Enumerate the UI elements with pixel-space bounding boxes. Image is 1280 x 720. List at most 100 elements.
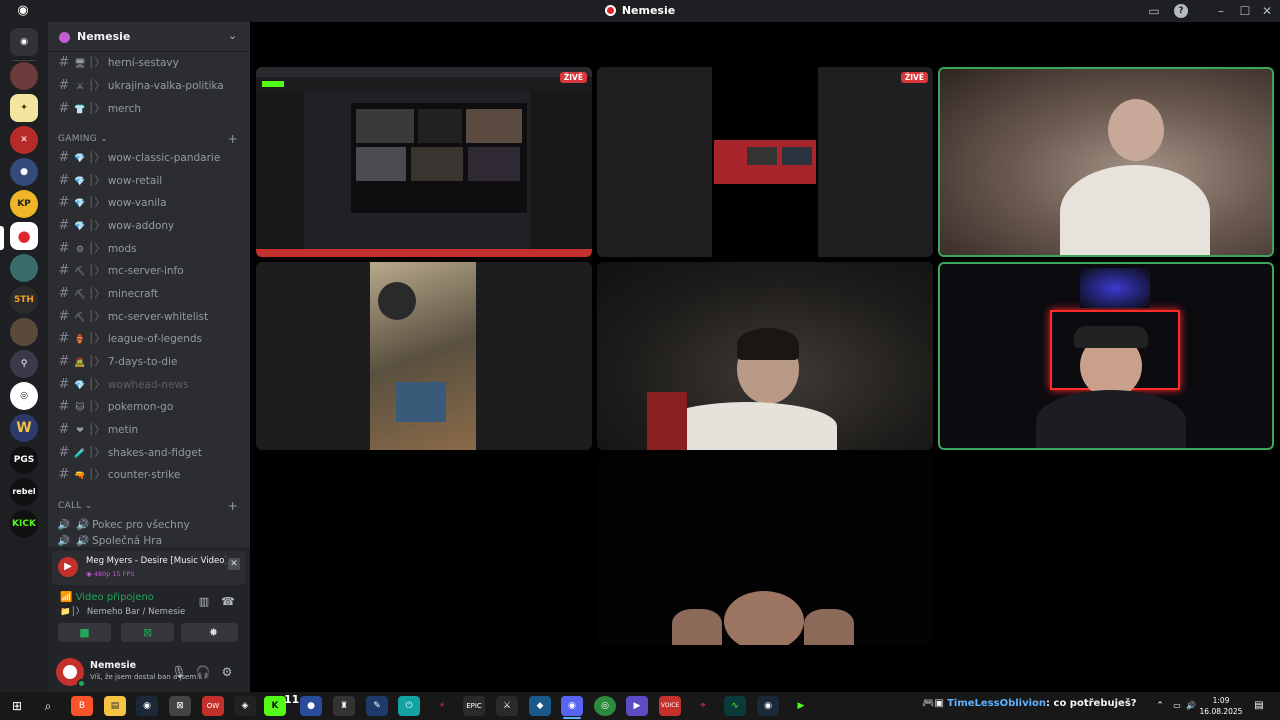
- webcam-tile-speaking[interactable]: [938, 67, 1274, 257]
- channel-item[interactable]: # 💎 │〉 wow-retail: [54, 171, 244, 191]
- steam-icon[interactable]: ◉: [757, 696, 779, 716]
- search-icon[interactable]: ⌕: [37, 696, 59, 716]
- channel-item[interactable]: # 💎 │〉 wow-addony: [54, 216, 244, 236]
- app-icon[interactable]: ✎: [366, 696, 388, 716]
- server-icon[interactable]: KP: [10, 190, 38, 218]
- webcam-tile[interactable]: [256, 262, 592, 450]
- file-explorer-icon[interactable]: ▤: [104, 696, 126, 716]
- voice-channel-item[interactable]: 🔊 🔊 Pokec pro všechny: [54, 515, 244, 535]
- online-status-icon: [77, 679, 86, 688]
- channel-item[interactable]: # 🖥 │〉 herní-sestavy: [54, 53, 244, 73]
- app-icon[interactable]: ▶: [626, 696, 648, 716]
- minimize-button[interactable]: –: [1212, 3, 1230, 19]
- noise-suppression-icon[interactable]: ▥: [196, 595, 212, 611]
- help-icon[interactable]: ?: [1174, 4, 1188, 18]
- channel-item[interactable]: # 👕 │〉 merch: [54, 99, 244, 119]
- epic-games-icon[interactable]: EPIC: [463, 696, 485, 716]
- server-icon[interactable]: [10, 318, 38, 346]
- video-stage: ŽIVĚ ŽIVĚ: [250, 22, 1280, 692]
- app-icon[interactable]: OW: [202, 696, 224, 716]
- server-icon[interactable]: [10, 254, 38, 282]
- server-icon[interactable]: W: [10, 414, 38, 442]
- server-icon[interactable]: ⚲: [10, 350, 38, 378]
- network-icon[interactable]: ▭: [1170, 696, 1184, 716]
- server-icon[interactable]: ✕: [10, 126, 38, 154]
- channel-item[interactable]: # ⛏ │〉 mc-server-whitelist: [54, 307, 244, 327]
- taskbar-badge: 11: [284, 693, 300, 706]
- start-menu-icon[interactable]: ⊞: [6, 696, 28, 716]
- channel-item[interactable]: # 💎 │〉 wowhead-news: [54, 375, 244, 395]
- add-channel-icon[interactable]: +: [228, 499, 238, 513]
- settings-gear-icon[interactable]: ⚙: [218, 663, 236, 681]
- map-pin-icon[interactable]: ⌖: [692, 696, 714, 716]
- app-icon[interactable]: ⏻: [398, 696, 420, 716]
- webcam-tile[interactable]: [597, 262, 933, 450]
- chevron-up-icon[interactable]: ⌃: [1152, 696, 1168, 716]
- webcam-tile-speaking[interactable]: [938, 262, 1274, 450]
- app-icon[interactable]: VOICE: [659, 696, 681, 716]
- channel-item[interactable]: # ⛏ │〉 minecraft: [54, 284, 244, 304]
- brave-browser-icon[interactable]: B: [71, 696, 93, 716]
- app-icon[interactable]: ∿: [724, 696, 746, 716]
- server-icon[interactable]: ✦: [10, 94, 38, 122]
- app-icon[interactable]: ⚔: [496, 696, 518, 716]
- server-icon[interactable]: PGS: [10, 446, 38, 474]
- inbox-icon[interactable]: ▭: [1145, 3, 1163, 19]
- channel-item[interactable]: # ❤ │〉 metin: [54, 420, 244, 440]
- discord-taskbar-icon[interactable]: ◉: [561, 696, 583, 716]
- webcam-tile[interactable]: [598, 455, 932, 645]
- channel-item[interactable]: # ⛏ │〉 mc-server-info: [54, 261, 244, 281]
- app-icon[interactable]: ⊠: [169, 696, 191, 716]
- headphones-icon[interactable]: 🎧: [194, 663, 212, 681]
- category-call[interactable]: CALL ⌄ +: [58, 499, 238, 515]
- soundboard-button[interactable]: ✸: [189, 623, 238, 642]
- server-header[interactable]: Nemesie ⌄: [48, 22, 250, 52]
- channel-item[interactable]: # 💎 │〉 wow-vanila: [54, 193, 244, 213]
- window-title-text: Nemesie: [621, 4, 676, 17]
- channel-item[interactable]: # 💎 │〉 wow-classic-pandarie: [54, 148, 244, 168]
- kick-icon[interactable]: K: [264, 696, 286, 716]
- server-icon[interactable]: ●: [10, 158, 38, 186]
- channel-item[interactable]: # 🔫 │〉 counter-strike: [54, 465, 244, 485]
- chat-notification[interactable]: 🎮▣ TimeLessOblivion: co potřebuješ?: [922, 698, 1137, 709]
- clock[interactable]: 1:09 16.08.2025: [1196, 695, 1246, 717]
- screen-share-button[interactable]: ⊠: [121, 623, 174, 642]
- channel-item[interactable]: # ⚙ │〉 mods: [54, 239, 244, 259]
- app-icon[interactable]: ⚡: [431, 696, 453, 716]
- notification-center-icon[interactable]: ▤: [1250, 696, 1268, 716]
- microphone-icon[interactable]: 🎙: [170, 663, 188, 681]
- app-icon[interactable]: ▶: [790, 696, 812, 716]
- close-stream-icon[interactable]: ✕: [228, 558, 240, 570]
- camera-button[interactable]: ■: [58, 623, 111, 642]
- channel-item[interactable]: # 🐱 │〉 pokemon-go: [54, 397, 244, 417]
- app-icon[interactable]: ●: [300, 696, 322, 716]
- stream-tile[interactable]: ŽIVĚ: [597, 67, 933, 257]
- steam-icon[interactable]: ◉: [136, 696, 158, 716]
- chrome-icon[interactable]: ◎: [594, 696, 616, 716]
- server-icon[interactable]: KICK: [10, 510, 38, 538]
- add-channel-icon[interactable]: +: [228, 132, 238, 146]
- stream-activity-card[interactable]: ▶ Meg Myers - Desire [Music Video] - You…: [52, 551, 246, 585]
- app-icon[interactable]: ◆: [529, 696, 551, 716]
- chevron-down-icon[interactable]: ⌄: [228, 29, 237, 42]
- close-button[interactable]: ✕: [1258, 3, 1276, 19]
- channel-item[interactable]: # 🧪 │〉 shakes-and-fidget: [54, 443, 244, 463]
- server-icon[interactable]: [10, 62, 38, 90]
- app-icon[interactable]: ◈: [234, 696, 256, 716]
- clock-time: 1:09: [1212, 696, 1230, 705]
- server-icon[interactable]: rebel: [10, 478, 38, 506]
- nemesie-server-icon[interactable]: ●: [10, 222, 38, 250]
- channel-item[interactable]: # ⚔ │〉 ukrajina-valka-politika: [54, 76, 244, 96]
- server-icon[interactable]: 5TH: [10, 286, 38, 314]
- screen-share-tile[interactable]: ŽIVĚ: [256, 67, 592, 257]
- disconnect-icon[interactable]: ☎: [220, 595, 236, 611]
- channel-item[interactable]: # 🧟 │〉 7-days-to-die: [54, 352, 244, 372]
- voice-channel-link[interactable]: 📁│〉 Nemeho Bar / Nemesie: [60, 605, 185, 617]
- server-icon[interactable]: ◎: [10, 382, 38, 410]
- maximize-button[interactable]: ☐: [1236, 3, 1254, 19]
- channel-item[interactable]: # 🏺 │〉 league-of-legends: [54, 329, 244, 349]
- voice-channel-item[interactable]: 🔊 🔊 Společná Hra: [54, 535, 244, 547]
- category-gaming[interactable]: GAMING ⌄ +: [58, 132, 238, 148]
- app-icon[interactable]: ♜: [333, 696, 355, 716]
- direct-messages-icon[interactable]: ◉: [10, 28, 38, 56]
